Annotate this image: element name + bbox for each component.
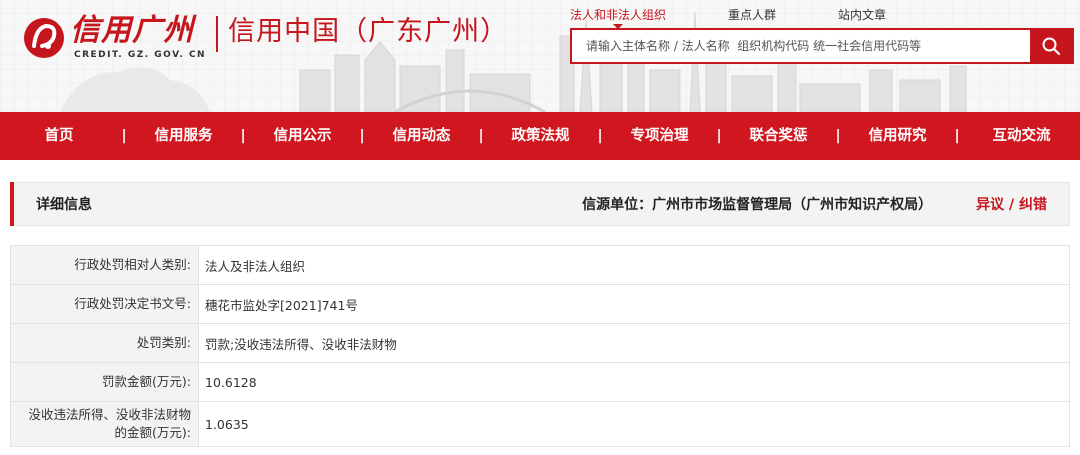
detail-accent-bar <box>10 182 14 226</box>
table-row: 没收违法所得、没收非法财物 的金额(万元): 1.0635 <box>10 401 1070 447</box>
search-button[interactable] <box>1030 30 1072 62</box>
nav-item-governance[interactable]: 专项治理 <box>606 112 713 160</box>
nav-item-interaction[interactable]: 互动交流 <box>963 112 1080 160</box>
row-value: 10.6128 <box>198 362 1070 402</box>
logo-text: 信用广州 CREDIT. GZ. GOV. CN <box>70 13 207 61</box>
nav-separator: | <box>240 128 246 144</box>
site-logo[interactable]: 信用广州 CREDIT. GZ. GOV. CN 信用中国（广东广州） <box>22 14 508 68</box>
row-label-line1: 没收违法所得、没收非法财物 <box>28 407 191 422</box>
nav-separator: | <box>359 128 365 144</box>
row-label: 罚款金额(万元): <box>10 362 199 402</box>
logo-title: 信用广州 <box>70 13 194 48</box>
search-input[interactable] <box>572 30 1030 62</box>
site-header: 信用广州 CREDIT. GZ. GOV. CN 信用中国（广东广州） 法人和非… <box>0 0 1080 112</box>
table-row: 行政处罚决定书文号: 穗花市监处字[2021]741号 <box>10 284 1070 324</box>
nav-separator: | <box>478 128 484 144</box>
nav-item-policy[interactable]: 政策法规 <box>487 112 594 160</box>
row-value: 法人及非法人组织 <box>198 245 1070 285</box>
nav-item-research[interactable]: 信用研究 <box>844 112 951 160</box>
logo-divider <box>216 16 219 52</box>
detail-title: 详细信息 <box>36 197 92 213</box>
row-value: 1.0635 <box>198 401 1070 447</box>
logo-emblem-icon <box>24 18 64 58</box>
nav-separator: | <box>716 128 722 144</box>
search-tab-org[interactable]: 法人和非法人组织 <box>570 6 666 29</box>
row-label: 没收违法所得、没收非法财物 的金额(万元): <box>10 401 199 447</box>
row-label-line2: 的金额(万元): <box>114 425 191 440</box>
nav-separator: | <box>121 128 127 144</box>
table-row: 行政处罚相对人类别: 法人及非法人组织 <box>10 245 1070 285</box>
nav-separator: | <box>835 128 841 144</box>
objection-link[interactable]: 异议 / 纠错 <box>976 194 1047 214</box>
nav-item-home[interactable]: 首页 <box>0 112 118 160</box>
row-label: 处罚类别: <box>10 323 199 363</box>
nav-item-publicity[interactable]: 信用公示 <box>249 112 356 160</box>
search-tab-articles[interactable]: 站内文章 <box>838 6 886 29</box>
row-value: 罚款;没收违法所得、没收非法财物 <box>198 323 1070 363</box>
search-tab-people[interactable]: 重点人群 <box>728 6 776 29</box>
nav-item-rewards[interactable]: 联合奖惩 <box>725 112 832 160</box>
table-row: 处罚类别: 罚款;没收违法所得、没收非法财物 <box>10 323 1070 363</box>
search-box <box>570 28 1074 64</box>
main-nav: 首页 | 信用服务 | 信用公示 | 信用动态 | 政策法规 | 专项治理 | … <box>0 112 1080 160</box>
row-value: 穗花市监处字[2021]741号 <box>198 284 1070 324</box>
penalty-info-table: 行政处罚相对人类别: 法人及非法人组织 行政处罚决定书文号: 穗花市监处字[20… <box>10 245 1070 447</box>
nav-separator: | <box>597 128 603 144</box>
site-subtitle: 信用中国（广东广州） <box>228 16 509 47</box>
nav-item-services[interactable]: 信用服务 <box>130 112 237 160</box>
table-row: 罚款金额(万元): 10.6128 <box>10 362 1070 402</box>
search-icon <box>1042 37 1061 56</box>
row-label: 行政处罚相对人类别: <box>10 245 199 285</box>
nav-item-news[interactable]: 信用动态 <box>368 112 475 160</box>
search-tabs: 法人和非法人组织 重点人群 站内文章 <box>570 6 948 29</box>
detail-header: 详细信息 信源单位：广州市市场监督管理局（广州市知识产权局） 异议 / 纠错 <box>10 182 1070 226</box>
row-label: 行政处罚决定书文号: <box>10 284 199 324</box>
detail-source: 信源单位：广州市市场监督管理局（广州市知识产权局） <box>582 197 933 213</box>
logo-domain: CREDIT. GZ. GOV. CN <box>74 50 207 60</box>
nav-separator: | <box>954 128 960 144</box>
